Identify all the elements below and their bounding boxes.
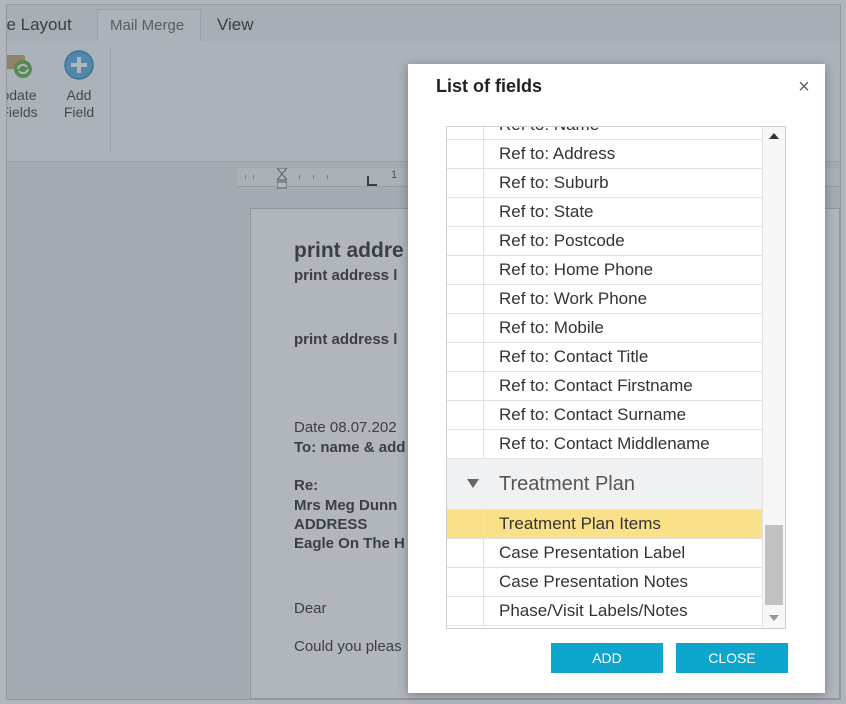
list-item[interactable]: Phase/Visit Labels/Notes: [447, 597, 762, 626]
list-of-fields-dialog: List of fields × Ref to: Name Ref to: Ad…: [408, 64, 825, 693]
list-item-label: Ref to: Contact Title: [499, 347, 649, 366]
list-item[interactable]: Ref to: Contact Middlename: [447, 430, 762, 459]
group-header-label: Treatment Plan: [499, 473, 635, 495]
list-item-label: Ref to: Work Phone: [499, 289, 648, 308]
row-checkbox-cell[interactable]: [447, 430, 484, 458]
list-item[interactable]: Ref to: Address: [447, 140, 762, 169]
list-item-label: Ref to: Address: [499, 144, 616, 163]
row-checkbox-cell[interactable]: [447, 510, 484, 538]
row-checkbox-cell[interactable]: [447, 227, 484, 255]
list-item-label: Case Presentation Notes: [499, 572, 688, 591]
list-item[interactable]: Ref to: Home Phone: [447, 256, 762, 285]
row-checkbox-cell[interactable]: [447, 285, 484, 313]
row-checkbox-cell[interactable]: [447, 256, 484, 284]
list-item[interactable]: Ref to: Contact Firstname: [447, 372, 762, 401]
scrollbar-thumb[interactable]: [765, 525, 783, 605]
list-item[interactable]: Ref to: Contact Surname: [447, 401, 762, 430]
list-item[interactable]: Case Presentation Label: [447, 539, 762, 568]
list-item-label: Ref to: Suburb: [499, 173, 609, 192]
row-checkbox-cell[interactable]: [447, 140, 484, 168]
scroll-up-arrow-icon[interactable]: [769, 133, 779, 139]
row-checkbox-cell[interactable]: [447, 568, 484, 596]
list-item-label: Treatment Plan Items: [499, 514, 661, 533]
list-item-label: Ref to: Contact Surname: [499, 405, 687, 424]
list-item[interactable]: Ref to: Work Phone: [447, 285, 762, 314]
list-item[interactable]: Ref to: State: [447, 198, 762, 227]
list-item-label: Phase/Visit Labels/Notes: [499, 601, 688, 620]
row-checkbox-cell[interactable]: [447, 169, 484, 197]
list-item-label: Ref to: Mobile: [499, 318, 604, 337]
add-button[interactable]: ADD: [551, 643, 663, 673]
collapse-triangle-icon[interactable]: [467, 479, 479, 488]
list-item-label: Ref to: Contact Middlename: [499, 434, 710, 453]
row-checkbox-cell[interactable]: [447, 343, 484, 371]
row-checkbox-cell[interactable]: [447, 597, 484, 625]
list-item-label: Ref to: Postcode: [499, 231, 625, 250]
dialog-title: List of fields: [436, 76, 543, 96]
fields-list-rows: Ref to: Name Ref to: Address Ref to: Sub…: [447, 127, 762, 626]
list-item-label: Ref to: Name: [499, 127, 599, 139]
list-item-label: Ref to: State: [499, 202, 594, 221]
close-button[interactable]: CLOSE: [676, 643, 788, 673]
row-checkbox-cell[interactable]: [447, 314, 484, 342]
row-checkbox-cell[interactable]: [447, 539, 484, 567]
scroll-down-arrow-icon[interactable]: [769, 615, 779, 621]
list-item[interactable]: Case Presentation Notes: [447, 568, 762, 597]
list-item-selected[interactable]: Treatment Plan Items: [447, 510, 762, 539]
list-item-label: Ref to: Home Phone: [499, 260, 654, 279]
close-icon[interactable]: ×: [794, 77, 814, 97]
list-item[interactable]: Ref to: Contact Title: [447, 343, 762, 372]
list-item-label: Ref to: Contact Firstname: [499, 376, 693, 395]
list-item[interactable]: Ref to: Suburb: [447, 169, 762, 198]
list-item-label: Case Presentation Label: [499, 543, 686, 562]
row-checkbox-cell[interactable]: [447, 127, 484, 139]
row-checkbox-cell[interactable]: [447, 401, 484, 429]
group-header-treatment-plan[interactable]: Treatment Plan: [447, 459, 762, 510]
list-item[interactable]: Ref to: Postcode: [447, 227, 762, 256]
row-checkbox-cell[interactable]: [447, 372, 484, 400]
list-item[interactable]: Ref to: Mobile: [447, 314, 762, 343]
row-checkbox-cell[interactable]: [447, 198, 484, 226]
fields-list[interactable]: Ref to: Name Ref to: Address Ref to: Sub…: [446, 126, 786, 629]
list-item[interactable]: Ref to: Name: [447, 127, 762, 140]
vertical-scrollbar[interactable]: [762, 127, 785, 628]
